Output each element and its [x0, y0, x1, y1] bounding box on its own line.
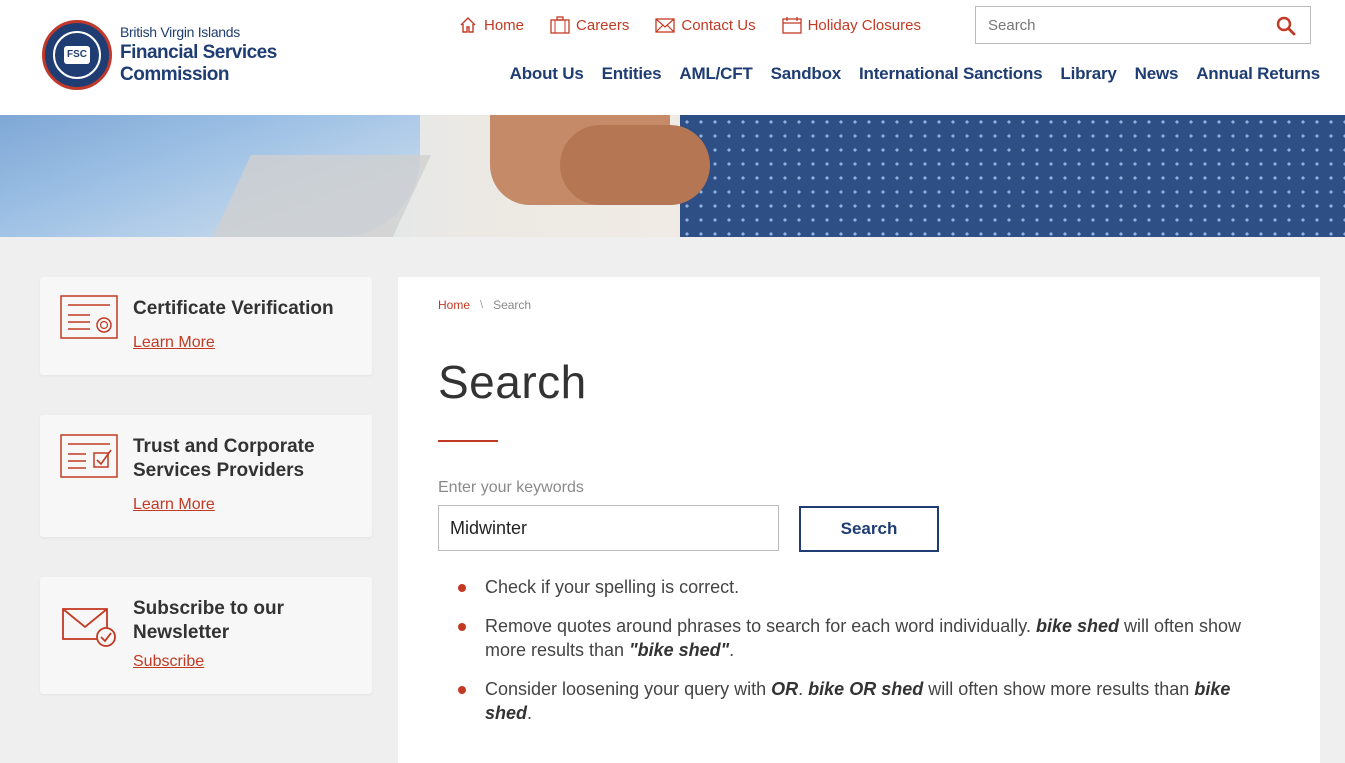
home-icon [460, 17, 476, 33]
nav-international-sanctions[interactable]: International Sanctions [859, 64, 1043, 84]
breadcrumb: Home \ Search [438, 298, 531, 312]
learn-more-link[interactable]: Learn More [133, 334, 215, 352]
nav-annual-returns[interactable]: Annual Returns [1196, 64, 1320, 84]
nav-about-us[interactable]: About Us [510, 64, 584, 84]
tip-text: . [798, 679, 809, 699]
learn-more-link[interactable]: Learn More [133, 496, 215, 514]
tip-example: "bike shed" [629, 640, 730, 660]
util-link-home[interactable]: Home [458, 16, 524, 34]
card-title: Trust and Corporate Services Providers [133, 436, 315, 481]
mail-check-icon [62, 608, 116, 647]
card-certificate-verification: Certificate Verification Learn More [40, 277, 372, 375]
utility-nav: Home Careers Contact Us Holiday Closures [458, 16, 921, 34]
card-title: Subscribe to our Newsletter [133, 598, 284, 643]
breadcrumb-separator: \ [480, 299, 484, 311]
tip-text: Remove quotes around phrases to search f… [485, 616, 1036, 636]
hero-banner-image [0, 115, 1345, 237]
search-tip: Consider loosening your query with OR. b… [458, 677, 1258, 725]
nav-aml-cft[interactable]: AML/CFT [679, 64, 752, 84]
util-link-label: Holiday Closures [807, 16, 921, 34]
site-header: FSC British Virgin Islands Financial Ser… [0, 0, 1345, 115]
util-link-label: Careers [576, 16, 630, 34]
tip-text: . [729, 640, 735, 660]
breadcrumb-home[interactable]: Home [438, 298, 470, 312]
tip-example: OR [771, 679, 799, 699]
tip-text: Check if your spelling is correct. [485, 577, 740, 597]
nav-library[interactable]: Library [1060, 64, 1116, 84]
briefcase-icon [550, 16, 570, 34]
main-nav: About Us Entities AML/CFT Sandbox Intern… [510, 64, 1321, 84]
envelope-icon [655, 18, 676, 33]
util-link-label: Contact Us [681, 16, 756, 34]
keywords-input[interactable] [438, 505, 779, 551]
search-tips-list: Check if your spelling is correct. Remove… [458, 575, 1258, 740]
search-tip: Check if your spelling is correct. [458, 575, 1258, 599]
nav-news[interactable]: News [1135, 64, 1179, 84]
fsc-logo[interactable]: FSC British Virgin Islands Financial Ser… [42, 19, 342, 91]
util-link-contact[interactable]: Contact Us [655, 16, 756, 34]
header-search [975, 6, 1311, 44]
tip-example: bike shed [1035, 616, 1119, 636]
util-link-holiday-closures[interactable]: Holiday Closures [781, 16, 921, 34]
search-icon[interactable] [1276, 16, 1296, 36]
search-tip: Remove quotes around phrases to search f… [458, 614, 1258, 662]
tip-example: bike OR shed [808, 679, 924, 699]
tip-text: . [527, 703, 533, 723]
nav-sandbox[interactable]: Sandbox [771, 64, 842, 84]
certificate-icon [60, 295, 118, 339]
breadcrumb-current: Search [493, 298, 532, 312]
logo-line-2: Financial Services Commission [120, 42, 277, 85]
search-button[interactable]: Search [799, 506, 939, 552]
logo-text: British Virgin Islands Financial Service… [120, 24, 342, 86]
card-title: Certificate Verification [133, 298, 334, 319]
header-search-input[interactable] [976, 7, 1266, 43]
keywords-label: Enter your keywords [438, 479, 584, 496]
checklist-icon [60, 434, 118, 478]
tip-text: will often show more results than [923, 679, 1195, 699]
nav-entities[interactable]: Entities [602, 64, 662, 84]
seal-text: FSC [64, 46, 90, 64]
title-divider [438, 440, 498, 442]
subscribe-link[interactable]: Subscribe [133, 653, 204, 671]
fsc-seal-icon: FSC [42, 20, 112, 90]
calendar-icon [781, 17, 802, 34]
card-newsletter: Subscribe to our Newsletter Subscribe [40, 577, 372, 694]
util-link-careers[interactable]: Careers [550, 16, 629, 34]
page-title: Search [438, 356, 587, 408]
card-trust-corporate-services: Trust and Corporate Services Providers L… [40, 415, 372, 537]
util-link-label: Home [484, 16, 525, 34]
search-panel: Home \ Search Search Enter your keywords… [398, 277, 1320, 763]
logo-line-1: British Virgin Islands [120, 24, 240, 40]
tip-text: Consider loosening your query with [485, 679, 772, 699]
